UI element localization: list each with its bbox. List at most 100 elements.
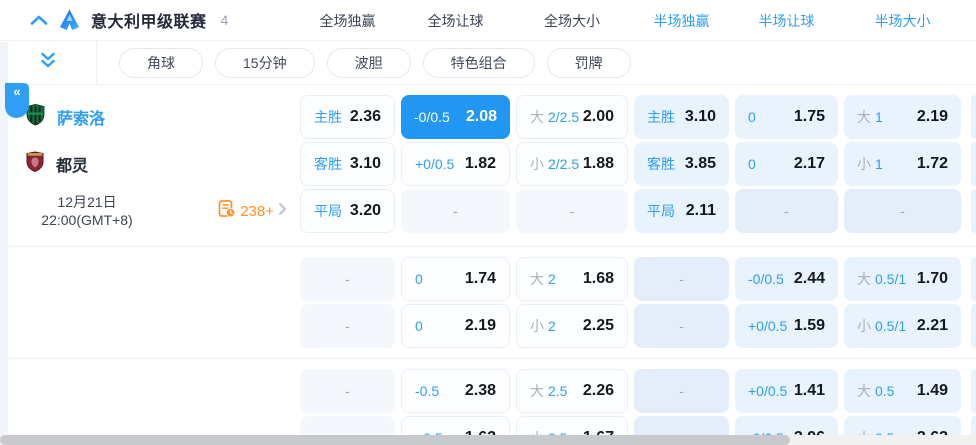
odds-value: 2.44 [793,270,825,287]
odds-value: 1.49 [916,382,948,399]
empty-dash: - [569,203,575,219]
market-column-header[interactable]: 半场大小 [844,11,961,31]
market-pill-row: 角球 15分钟 波胆 特色组合 罚牌 [97,47,631,78]
odds-cell[interactable]: 0 2.17 [735,142,838,186]
odds-cell-empty: - [634,257,729,301]
match-info-panel: 萨索洛 都灵 12月21日 22:00(GMT+8) 238+ [8,95,300,236]
over-under-label: 大 [530,109,544,125]
handicap-value: 2 [548,318,556,334]
market-column-header[interactable]: 半场让球 [735,11,838,31]
odds-label-group: -0/0.5 [414,109,450,125]
market-column-header[interactable]: 全场让球 [401,11,510,31]
odds-cell[interactable]: 小 2/2.5 1.88 [516,142,628,186]
away-team-row[interactable]: 都灵 [8,142,300,186]
odds-cell[interactable]: -0.5 2.38 [401,369,510,413]
odds-label: 主胜 [647,109,675,125]
odds-cell-empty: - [300,369,395,413]
market-column-header[interactable]: 全场独赢 [300,11,395,31]
odds-cell[interactable]: +0/0.5 1.41 [735,369,838,413]
odds-label: 平局 [314,203,342,219]
match-date: 12月21日 [57,194,117,210]
scrollbar-thumb[interactable] [0,435,790,445]
odds-cell-empty: - [300,257,395,301]
collapse-league-icon[interactable] [30,14,48,26]
handicap-value: 2 [548,271,556,287]
over-under-label: 大 [857,383,871,399]
away-team-name: 都灵 [56,158,89,175]
collapse-sidebar-tab[interactable]: « [5,83,29,118]
odds-cell[interactable]: 0 1.75 [735,95,838,139]
odds-cell[interactable]: +0/0.5 1.59 [735,304,838,348]
odds-label: 0 [415,271,423,287]
empty-dash: - [679,383,684,399]
odds-cell[interactable]: +0/0.5 1.82 [401,142,510,186]
odds-value: 2.19 [464,317,496,334]
odds-cell[interactable]: 小 1 1.72 [844,142,961,186]
handicap-value: 0.5 [875,383,895,399]
odds-label: -0/0.5 [748,271,784,287]
away-team-logo-icon [25,150,45,178]
home-team-row[interactable]: 萨索洛 [8,95,300,139]
handicap-value: 1 [875,109,883,125]
odds-label: +0/0.5 [748,318,788,334]
odds-cell[interactable]: 平局 3.20 [300,189,395,233]
odds-label-group: 客胜 [314,154,342,174]
odds-label-group: 主胜 [314,107,342,127]
odds-cell[interactable]: 0 2.19 [401,304,510,348]
odds-cell[interactable]: 主胜 2.36 [300,95,395,139]
odds-value: 2.36 [349,108,381,125]
odds-cell[interactable]: 大 2/2.5 2.00 [516,95,628,139]
odds-cell[interactable]: 小 0.5/1 2.21 [844,304,961,348]
odds-cell[interactable]: 平局 2.11 [634,189,729,233]
market-pill-button[interactable]: 15分钟 [215,47,315,78]
empty-dash: - [900,203,905,219]
odds-cell-empty: - [401,189,510,233]
odds-value: 1.75 [793,108,825,125]
horizontal-scrollbar[interactable] [0,435,976,445]
odds-cell[interactable]: 客胜 3.10 [300,142,395,186]
odds-cell[interactable]: 客胜 3.85 [634,142,729,186]
odds-label-group: +0/0.5 [748,318,787,334]
over-under-label: 小 [857,156,871,172]
odds-cell-empty: - [844,189,961,233]
handicap-value: 2/2.5 [548,109,580,125]
more-markets-link[interactable]: 238+ [218,199,287,223]
market-pill-button[interactable]: 罚牌 [546,47,631,78]
empty-dash: - [345,318,350,334]
odds-label: 0 [415,318,423,334]
odds-cell[interactable]: 大 0.5 1.49 [844,369,961,413]
odds-cell[interactable]: -0/0.5 2.44 [735,257,838,301]
odds-label: 客胜 [647,156,675,172]
market-pill-button[interactable]: 特色组合 [422,47,535,78]
next-column-sliver [971,142,976,186]
empty-dash: - [453,203,458,219]
odds-cell[interactable]: 大 1 2.19 [844,95,961,139]
odds-value: 2.17 [793,155,825,172]
odds-cell[interactable]: 大 0.5/1 1.70 [844,257,961,301]
odds-label-group: 客胜 [647,154,675,174]
odds-cell[interactable]: 0 1.74 [401,257,510,301]
next-column-sliver [971,304,976,348]
odds-cell[interactable]: -0/0.5 2.08 [401,95,510,139]
odds-value: 2.21 [916,317,948,334]
odds-label: +0/0.5 [415,156,455,172]
odds-label: 主胜 [314,109,342,125]
odds-cell[interactable]: 大 2 1.68 [516,257,628,301]
odds-cell[interactable]: 大 2.5 2.26 [516,369,628,413]
market-pill-button[interactable]: 角球 [119,47,203,78]
odds-label: 客胜 [314,156,342,172]
markets-list-icon [218,199,236,223]
market-column-header[interactable]: 半场独赢 [634,11,729,31]
odds-cell[interactable]: 小 2 2.25 [516,304,628,348]
odds-cell[interactable]: 主胜 3.10 [634,95,729,139]
match-meta-row: 12月21日 22:00(GMT+8) 238+ [8,189,300,233]
market-pill-button[interactable]: 波胆 [326,47,411,78]
next-column-sliver [971,189,976,233]
over-under-label: 小 [857,318,871,334]
odds-label-group: -0.5 [415,383,439,399]
odds-value: 3.85 [684,155,716,172]
market-column-header[interactable]: 全场大小 [516,11,628,31]
expand-all-button[interactable] [0,41,97,84]
chevron-right-icon [278,202,287,221]
over-under-label: 大 [857,109,871,125]
